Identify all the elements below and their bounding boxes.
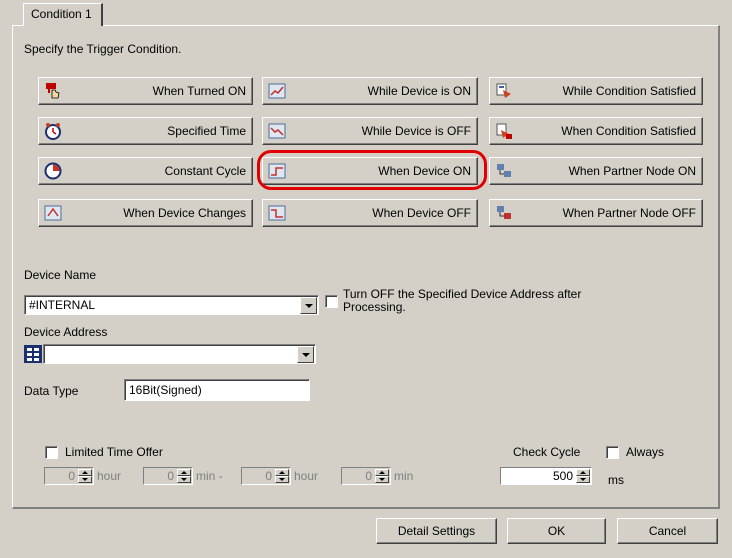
trigger-when-device-changes-button[interactable]: When Device Changes bbox=[38, 199, 253, 227]
trigger-label: While Device is OFF bbox=[361, 124, 471, 138]
device-name-combo[interactable]: #INTERNAL bbox=[24, 295, 319, 315]
tab-condition-1[interactable]: Condition 1 bbox=[23, 3, 103, 26]
data-type-label: Data Type bbox=[24, 384, 79, 398]
trigger-label: When Condition Satisfied bbox=[561, 124, 696, 138]
data-type-field[interactable]: 16Bit(Signed) bbox=[124, 379, 310, 401]
spinner-buttons[interactable] bbox=[375, 469, 389, 483]
trigger-specified-time-button[interactable]: Specified Time bbox=[38, 117, 253, 145]
min-unit-label: min bbox=[394, 469, 414, 483]
limited-hour-end-spinner[interactable]: 0 bbox=[241, 467, 291, 485]
check-cycle-label: Check Cycle bbox=[513, 445, 581, 459]
trigger-when-partner-node-on-button[interactable]: When Partner Node ON bbox=[489, 157, 703, 185]
trigger-while-device-on-button[interactable]: While Device is ON bbox=[262, 77, 478, 105]
detail-settings-button[interactable]: Detail Settings bbox=[376, 518, 497, 544]
partner-node-off-icon bbox=[497, 206, 511, 219]
trigger-label: Constant Cycle bbox=[164, 164, 246, 178]
device-address-input[interactable] bbox=[43, 344, 316, 364]
cancel-button[interactable]: Cancel bbox=[617, 518, 718, 544]
trigger-label: When Partner Node OFF bbox=[562, 206, 696, 220]
spinner-buttons[interactable] bbox=[177, 469, 191, 483]
spinner-value: 0 bbox=[68, 469, 75, 483]
device-address-dropdown-button[interactable] bbox=[297, 346, 314, 363]
device-change-icon bbox=[44, 205, 62, 221]
limited-time-checkbox[interactable] bbox=[45, 446, 58, 459]
condition-ok-icon bbox=[496, 123, 512, 139]
check-cycle-spinner[interactable]: 500 bbox=[500, 467, 592, 485]
trigger-when-condition-satisfied-button[interactable]: When Condition Satisfied bbox=[489, 117, 703, 145]
spinner-buttons[interactable] bbox=[576, 469, 590, 483]
trigger-condition-dialog: Condition 1 Specify the Trigger Conditio… bbox=[0, 0, 732, 558]
spinner-buttons[interactable] bbox=[275, 469, 289, 483]
trigger-constant-cycle-button[interactable]: Constant Cycle bbox=[38, 157, 253, 185]
min-unit-label: min - bbox=[196, 469, 223, 483]
trigger-label: When Device OFF bbox=[372, 206, 471, 220]
hour-unit-label: hour bbox=[97, 469, 122, 483]
limited-time-label: Limited Time Offer bbox=[65, 445, 163, 459]
trigger-when-partner-node-off-button[interactable]: When Partner Node OFF bbox=[489, 199, 703, 227]
trigger-when-device-off-button[interactable]: When Device OFF bbox=[262, 199, 478, 227]
clock-icon bbox=[44, 162, 62, 180]
always-label: Always bbox=[626, 445, 665, 459]
device-address-label: Device Address bbox=[24, 325, 108, 339]
check-cycle-value: 500 bbox=[552, 469, 573, 483]
device-name-value: #INTERNAL bbox=[29, 298, 96, 312]
address-keypad-icon[interactable] bbox=[24, 345, 42, 363]
trigger-when-turned-on-button[interactable]: When Turned ON bbox=[38, 77, 253, 105]
trigger-while-device-off-button[interactable]: While Device is OFF bbox=[262, 117, 478, 145]
trigger-while-condition-satisfied-button[interactable]: While Condition Satisfied bbox=[489, 77, 703, 105]
trigger-label: Specified Time bbox=[167, 124, 246, 138]
spinner-value: 0 bbox=[365, 469, 372, 483]
device-on-icon bbox=[268, 83, 286, 99]
spinner-buttons[interactable] bbox=[78, 469, 92, 483]
hand-switch-icon bbox=[46, 83, 60, 99]
ms-unit-label: ms bbox=[608, 473, 624, 487]
condition-icon bbox=[496, 83, 511, 98]
selected-trigger-highlight bbox=[257, 150, 487, 190]
limited-hour-start-spinner[interactable]: 0 bbox=[44, 467, 94, 485]
device-name-label: Device Name bbox=[24, 268, 97, 282]
trigger-label: When Partner Node ON bbox=[568, 164, 696, 178]
limited-min-start-spinner[interactable]: 0 bbox=[143, 467, 193, 485]
turn-off-checkbox[interactable] bbox=[325, 295, 338, 308]
trigger-label: When Device Changes bbox=[123, 206, 246, 220]
instruction-text: Specify the Trigger Condition. bbox=[24, 42, 182, 56]
hour-unit-label: hour bbox=[294, 469, 319, 483]
ok-button[interactable]: OK bbox=[507, 518, 606, 544]
turn-off-label: Turn OFF the Specified Device Address af… bbox=[343, 287, 582, 314]
limited-min-end-spinner[interactable]: 0 bbox=[341, 467, 391, 485]
spinner-value: 0 bbox=[167, 469, 174, 483]
partner-node-icon bbox=[497, 164, 511, 177]
spinner-value: 0 bbox=[265, 469, 272, 483]
device-name-dropdown-button[interactable] bbox=[300, 297, 317, 314]
trigger-label: While Device is ON bbox=[367, 84, 471, 98]
trigger-label: When Turned ON bbox=[152, 84, 246, 98]
always-checkbox[interactable] bbox=[606, 446, 619, 459]
device-off-icon bbox=[268, 123, 286, 139]
alarm-clock-icon bbox=[45, 123, 61, 140]
data-type-value: 16Bit(Signed) bbox=[129, 383, 202, 397]
trigger-label: While Condition Satisfied bbox=[562, 84, 696, 98]
device-fall-icon bbox=[268, 205, 286, 221]
